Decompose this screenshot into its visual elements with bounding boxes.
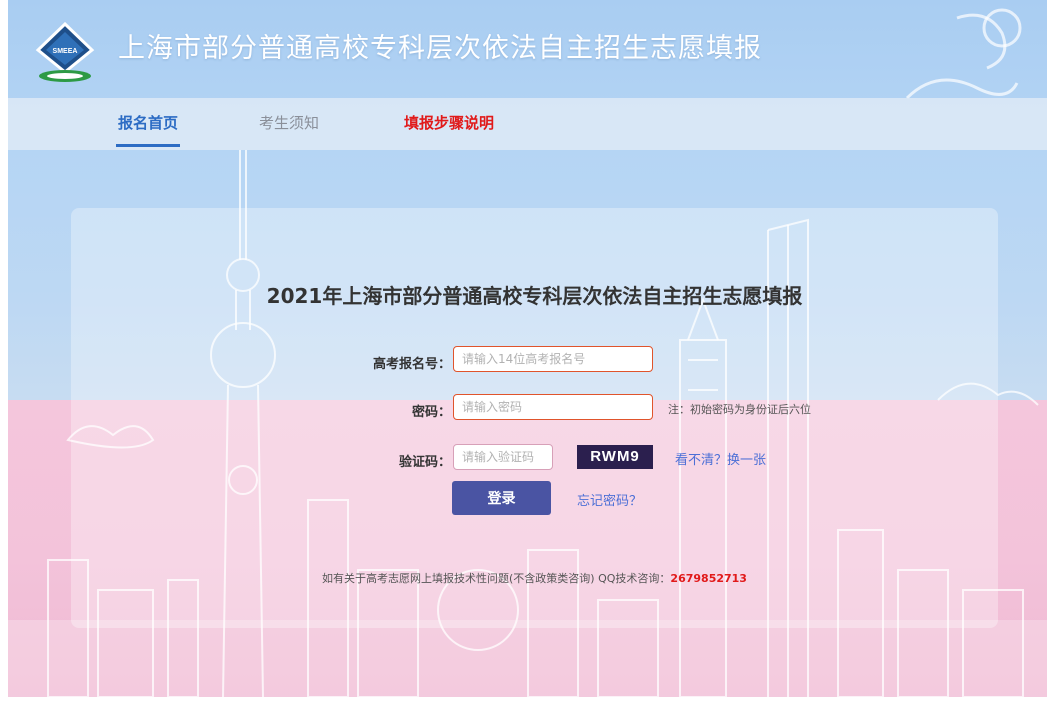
smeea-logo: SMEEA <box>35 22 95 82</box>
exam-id-input[interactable] <box>453 346 653 372</box>
password-hint: 注：初始密码为身份证后六位 <box>668 403 811 416</box>
support-qq-number: 2679852713 <box>670 572 747 585</box>
nav-candidate-notice[interactable]: 考生须知 <box>259 112 319 133</box>
login-title: 2021年上海市部分普通高校专科层次依法自主招生志愿填报 <box>266 284 803 308</box>
password-label: 密码： <box>411 405 451 420</box>
nav-home[interactable]: 报名首页 <box>118 112 178 133</box>
nav-steps-guide[interactable]: 填报步骤说明 <box>404 112 494 133</box>
site-title: 上海市部分普通高校专科层次依法自主招生志愿填报 <box>118 33 762 64</box>
login-button[interactable]: 登录 <box>452 481 551 515</box>
main-nav: 报名首页 考生须知 填报步骤说明 <box>8 98 1047 150</box>
forgot-password-link[interactable]: 忘记密码？ <box>577 490 642 509</box>
nav-active-underline <box>116 144 180 147</box>
support-note-text: 如有关于高考志愿网上填报技术性问题(不含政策类咨询) QQ技术咨询： <box>322 572 671 585</box>
bottom-margin <box>0 697 1047 707</box>
exam-id-label: 高考报名号： <box>372 357 451 372</box>
login-panel: 2021年上海市部分普通高校专科层次依法自主招生志愿填报 高考报名号： 密码： … <box>71 208 998 628</box>
password-input[interactable] <box>453 394 653 420</box>
page: SMEEA 上海市部分普通高校专科层次依法自主招生志愿填报 报名首页 考生须知 … <box>0 0 1047 707</box>
support-note: 如有关于高考志愿网上填报技术性问题(不含政策类咨询) QQ技术咨询：267985… <box>71 570 998 586</box>
left-margin <box>0 0 8 707</box>
captcha-input[interactable] <box>453 444 553 470</box>
refresh-captcha-link[interactable]: 看不清？换一张 <box>675 449 766 468</box>
site-header: SMEEA 上海市部分普通高校专科层次依法自主招生志愿填报 <box>8 8 1047 100</box>
logo-text: SMEEA <box>53 48 78 55</box>
captcha-image[interactable]: RWM9 <box>577 445 653 469</box>
captcha-label: 验证码： <box>398 455 451 470</box>
